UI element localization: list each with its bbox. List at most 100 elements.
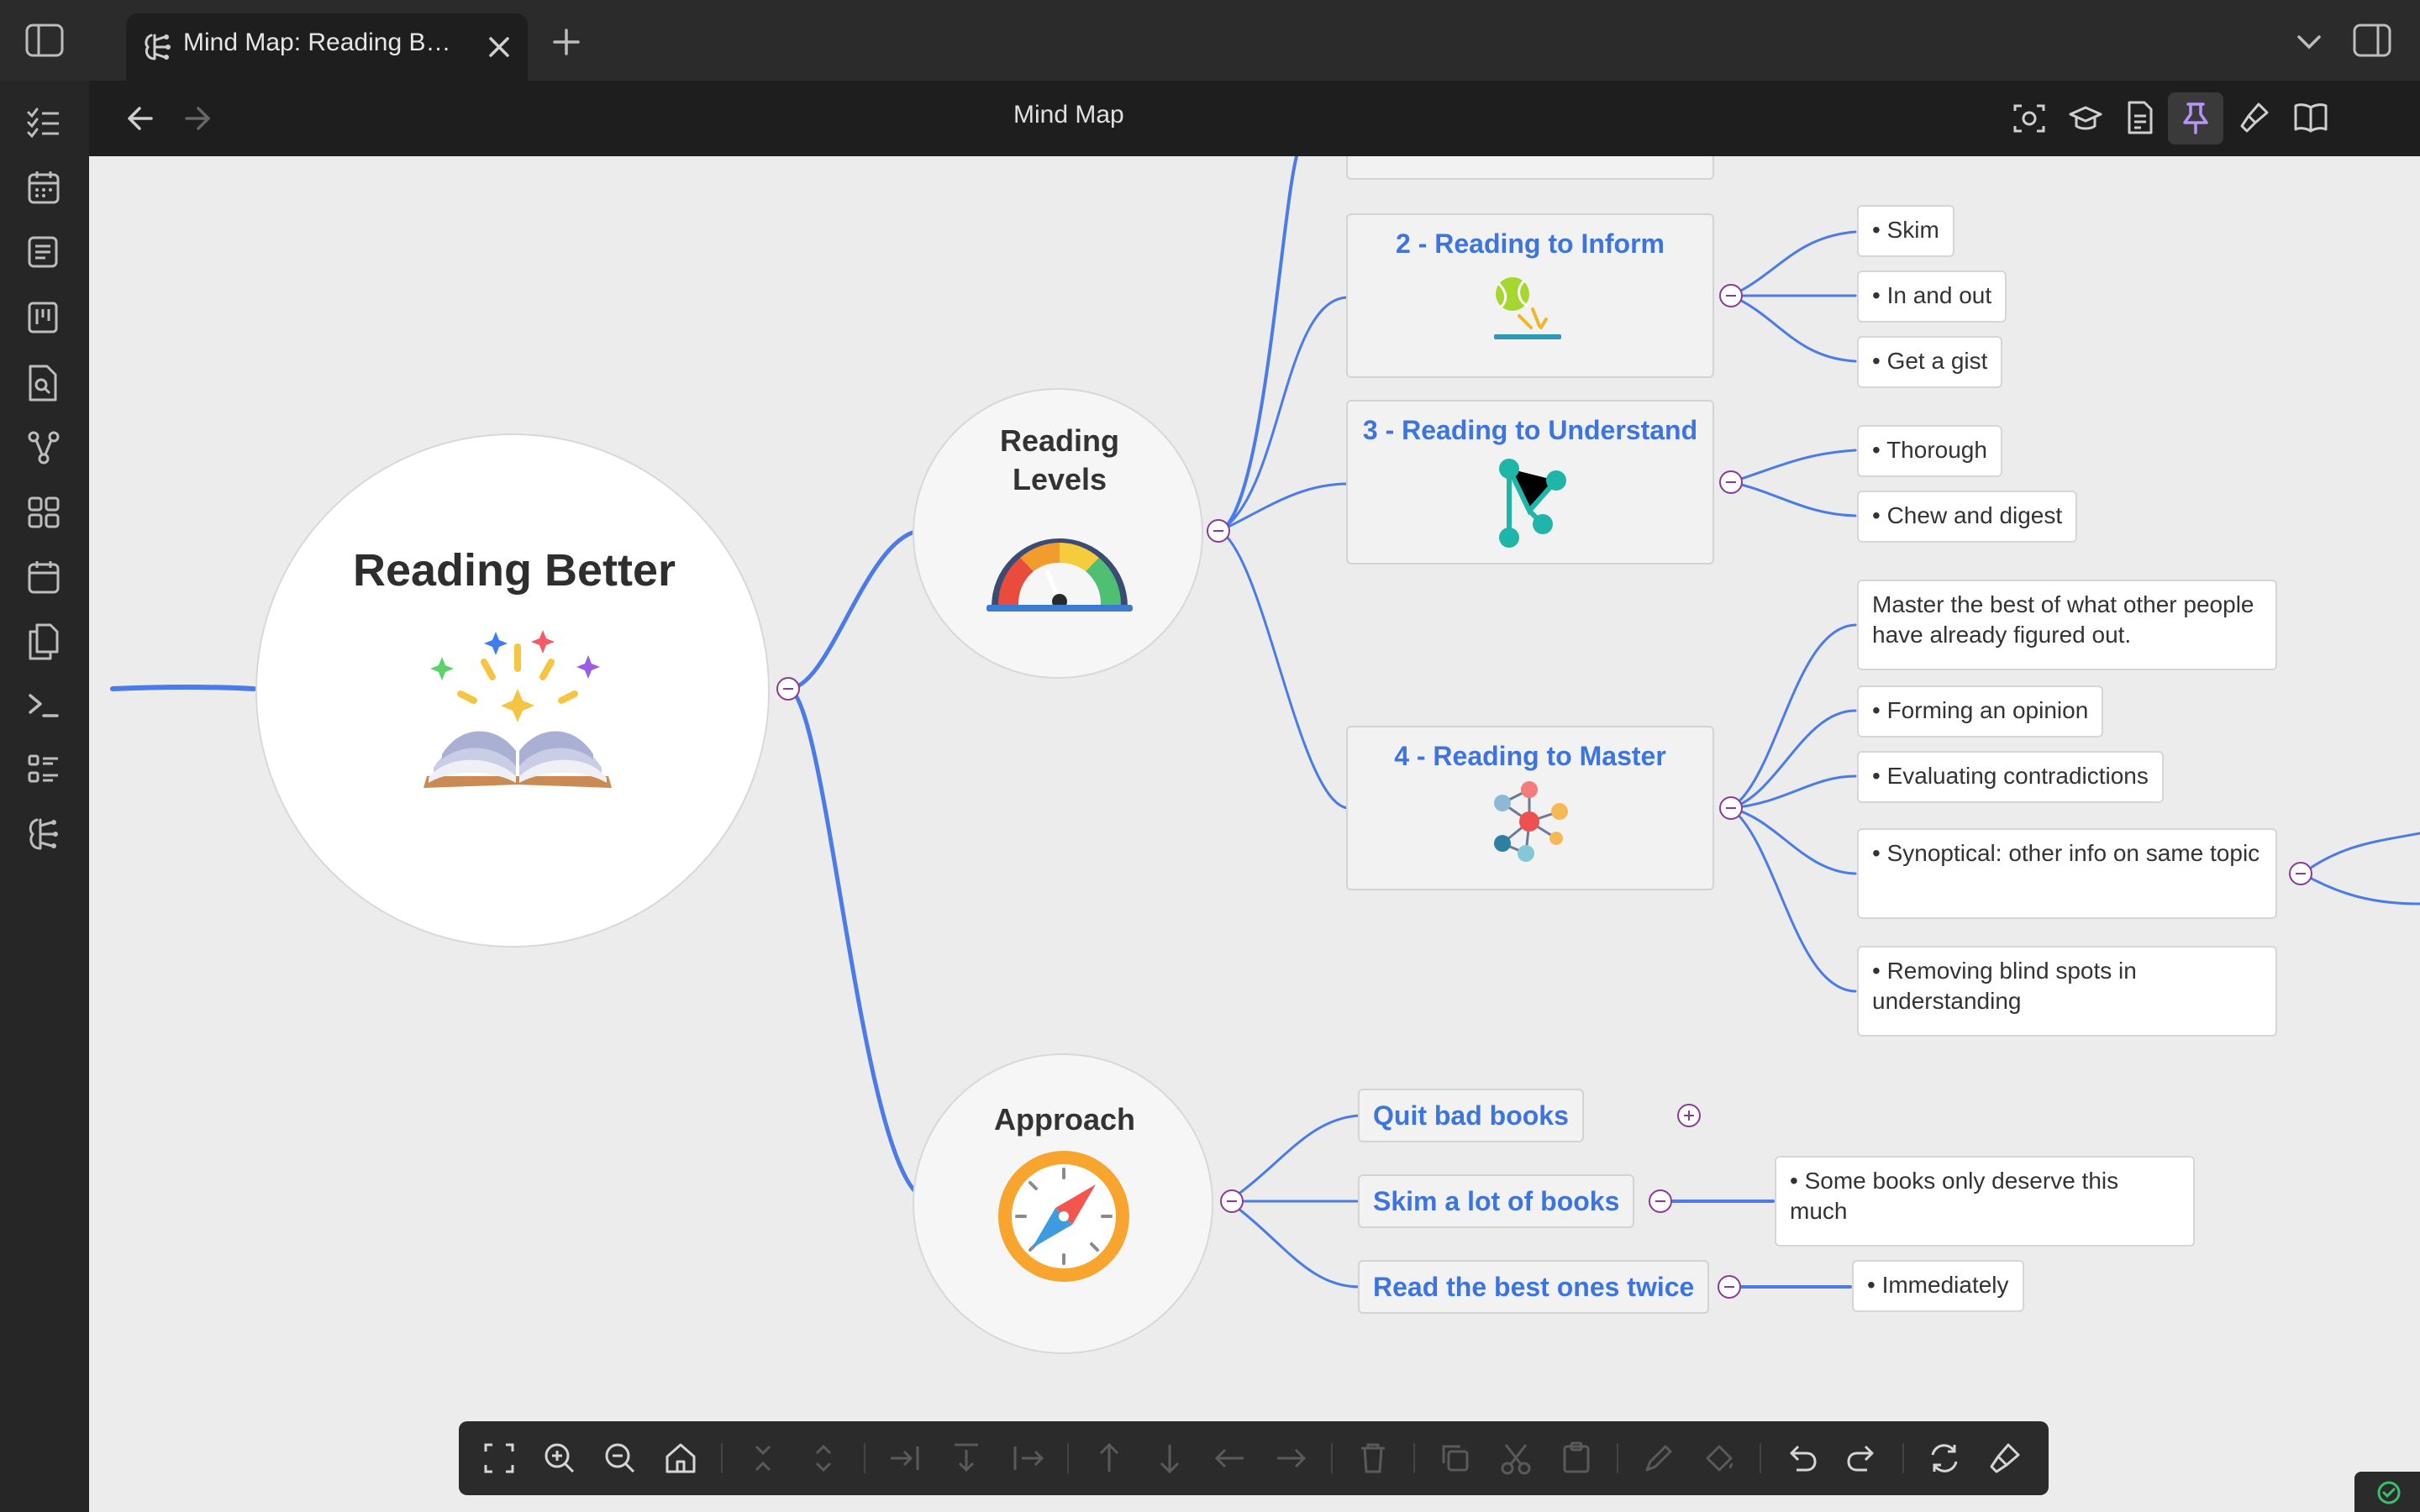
leaf-chew-and-digest[interactable]: • Chew and digest xyxy=(1857,491,2078,543)
refresh-icon[interactable] xyxy=(1921,1435,1968,1482)
delete-icon[interactable] xyxy=(1349,1435,1397,1482)
toolbar-separator xyxy=(1760,1443,1761,1473)
clipped-node[interactable] xyxy=(1346,156,1714,180)
reading-to-understand-node[interactable]: 3 - Reading to Understand xyxy=(1346,400,1714,564)
check-circle-icon xyxy=(2376,1480,2402,1505)
file-search-icon[interactable] xyxy=(27,365,59,402)
leaf-master-the-best[interactable]: Master the best of what other people hav… xyxy=(1857,580,2277,670)
fit-screen-icon[interactable] xyxy=(476,1435,523,1482)
approach-label: Approach xyxy=(993,1102,1135,1137)
leaf-thorough[interactable]: • Thorough xyxy=(1857,425,2002,477)
synoptical-collapse-toggle[interactable] xyxy=(2289,862,2312,885)
open-book-sparkles-icon xyxy=(417,628,618,796)
sync-status[interactable] xyxy=(2354,1472,2420,1512)
leaf-synoptical[interactable]: • Synoptical: other info on same topic xyxy=(1857,828,2277,919)
tab-mind-map[interactable]: Mind Map: Reading B… xyxy=(126,13,528,81)
leaf-get-a-gist[interactable]: • Get a gist xyxy=(1857,336,2003,388)
reading-view-icon[interactable] xyxy=(2294,102,2328,133)
reading-levels-collapse-toggle[interactable] xyxy=(1207,519,1230,543)
document-icon[interactable] xyxy=(2126,101,2154,134)
leaf-forming-an-opinion[interactable]: • Forming an opinion xyxy=(1857,685,2104,738)
reading-to-understand-label: 3 - Reading to Understand xyxy=(1362,415,1698,445)
skim-a-lot-node[interactable]: Skim a lot of books xyxy=(1358,1174,1635,1228)
approach-collapse-toggle[interactable] xyxy=(1220,1189,1244,1213)
view-header: Mind Map xyxy=(89,81,2420,156)
reading-levels-node[interactable]: Reading Levels xyxy=(913,388,1203,679)
zoom-in-icon[interactable] xyxy=(536,1435,583,1482)
root-collapse-toggle[interactable] xyxy=(776,677,800,701)
terminal-icon[interactable] xyxy=(27,690,60,721)
root-label: Reading Better xyxy=(352,545,676,596)
list-icon[interactable] xyxy=(27,753,60,786)
leaf-in-and-out[interactable]: • In and out xyxy=(1857,270,2007,323)
molecule-network-icon xyxy=(1486,778,1573,865)
mindmap-icon xyxy=(143,32,171,62)
focus-icon[interactable] xyxy=(2013,102,2045,134)
arrow-down-icon[interactable] xyxy=(1146,1435,1193,1482)
right-sidebar-toggle-icon[interactable] xyxy=(2353,24,2391,57)
new-tab-icon[interactable] xyxy=(551,27,581,57)
daily-note-icon[interactable] xyxy=(27,559,60,595)
collapse-icon[interactable] xyxy=(739,1435,786,1482)
zoom-out-icon[interactable] xyxy=(597,1435,644,1482)
reading-to-inform-label: 2 - Reading to Inform xyxy=(1396,228,1665,259)
quit-bad-books-expand-toggle[interactable] xyxy=(1677,1104,1701,1127)
forward-arrow-icon[interactable] xyxy=(183,104,212,133)
note-icon[interactable] xyxy=(27,235,59,269)
tennis-ball-icon xyxy=(1491,276,1566,343)
quit-bad-books-node[interactable]: Quit bad books xyxy=(1358,1089,1584,1142)
leaf-some-books[interactable]: • Some books only deserve this much xyxy=(1775,1156,2195,1247)
copy-icon[interactable] xyxy=(1432,1435,1479,1482)
reading-to-inform-node[interactable]: 2 - Reading to Inform xyxy=(1346,213,1714,378)
reading-levels-label-line2: Levels xyxy=(1012,462,1107,496)
close-tab-icon[interactable] xyxy=(486,34,513,60)
pen-icon[interactable] xyxy=(1635,1435,1682,1482)
graduation-cap-icon[interactable] xyxy=(2069,102,2102,134)
dashboard-icon[interactable] xyxy=(27,496,60,529)
arrow-right-icon[interactable] xyxy=(1267,1435,1314,1482)
reading-to-master-node[interactable]: 4 - Reading to Master xyxy=(1346,726,1714,890)
root-node[interactable]: Reading Better xyxy=(255,433,770,948)
leaf-removing-blind-spots[interactable]: • Removing blind spots in understanding xyxy=(1857,946,2277,1037)
tasks-icon[interactable] xyxy=(27,108,60,139)
speedometer-icon xyxy=(986,524,1133,612)
read-best-twice-collapse-toggle[interactable] xyxy=(1718,1275,1741,1299)
reading-to-inform-collapse-toggle[interactable] xyxy=(1719,284,1743,307)
redo-icon[interactable] xyxy=(1839,1435,1886,1482)
leaf-immediately[interactable]: • Immediately xyxy=(1852,1260,2024,1312)
paste-icon[interactable] xyxy=(1553,1435,1600,1482)
leaf-skim[interactable]: • Skim xyxy=(1857,205,1954,257)
pin-icon xyxy=(2181,102,2210,134)
home-icon[interactable] xyxy=(657,1435,704,1482)
reading-to-master-collapse-toggle[interactable] xyxy=(1719,796,1743,820)
paintbrush-icon[interactable] xyxy=(2238,101,2270,134)
undo-icon[interactable] xyxy=(1778,1435,1825,1482)
arrow-up-icon[interactable] xyxy=(1086,1435,1133,1482)
pin-button[interactable] xyxy=(2168,92,2223,144)
toolbar-separator xyxy=(864,1443,865,1473)
sidebar-toggle-icon[interactable] xyxy=(25,24,64,57)
cut-icon[interactable] xyxy=(1492,1435,1539,1482)
back-arrow-icon[interactable] xyxy=(126,104,155,133)
outdent-icon[interactable] xyxy=(1003,1435,1050,1482)
calendar-icon[interactable] xyxy=(27,170,60,205)
mindmap-icon[interactable] xyxy=(27,816,60,853)
indent-icon[interactable] xyxy=(882,1435,929,1482)
skim-a-lot-collapse-toggle[interactable] xyxy=(1649,1189,1672,1213)
move-down-icon[interactable] xyxy=(943,1435,990,1482)
toolbar-separator xyxy=(721,1443,723,1473)
mind-map-canvas[interactable]: Reading Better Reading Levels 2 - Readin… xyxy=(89,156,2420,1512)
fill-icon[interactable] xyxy=(1696,1435,1743,1482)
arrow-left-icon[interactable] xyxy=(1207,1435,1254,1482)
kanban-icon[interactable] xyxy=(27,301,59,334)
read-best-twice-node[interactable]: Read the best ones twice xyxy=(1358,1260,1710,1314)
tab-list-chevron-icon[interactable] xyxy=(2296,30,2323,54)
reading-to-understand-collapse-toggle[interactable] xyxy=(1719,470,1743,494)
leaf-evaluating-contradictions[interactable]: • Evaluating contradictions xyxy=(1857,751,2164,803)
approach-node[interactable]: Approach xyxy=(913,1053,1213,1354)
brush-icon[interactable] xyxy=(1981,1435,2028,1482)
left-ribbon xyxy=(0,81,89,1512)
documents-icon[interactable] xyxy=(27,623,60,660)
expand-icon[interactable] xyxy=(800,1435,847,1482)
graph-icon[interactable] xyxy=(27,430,60,465)
